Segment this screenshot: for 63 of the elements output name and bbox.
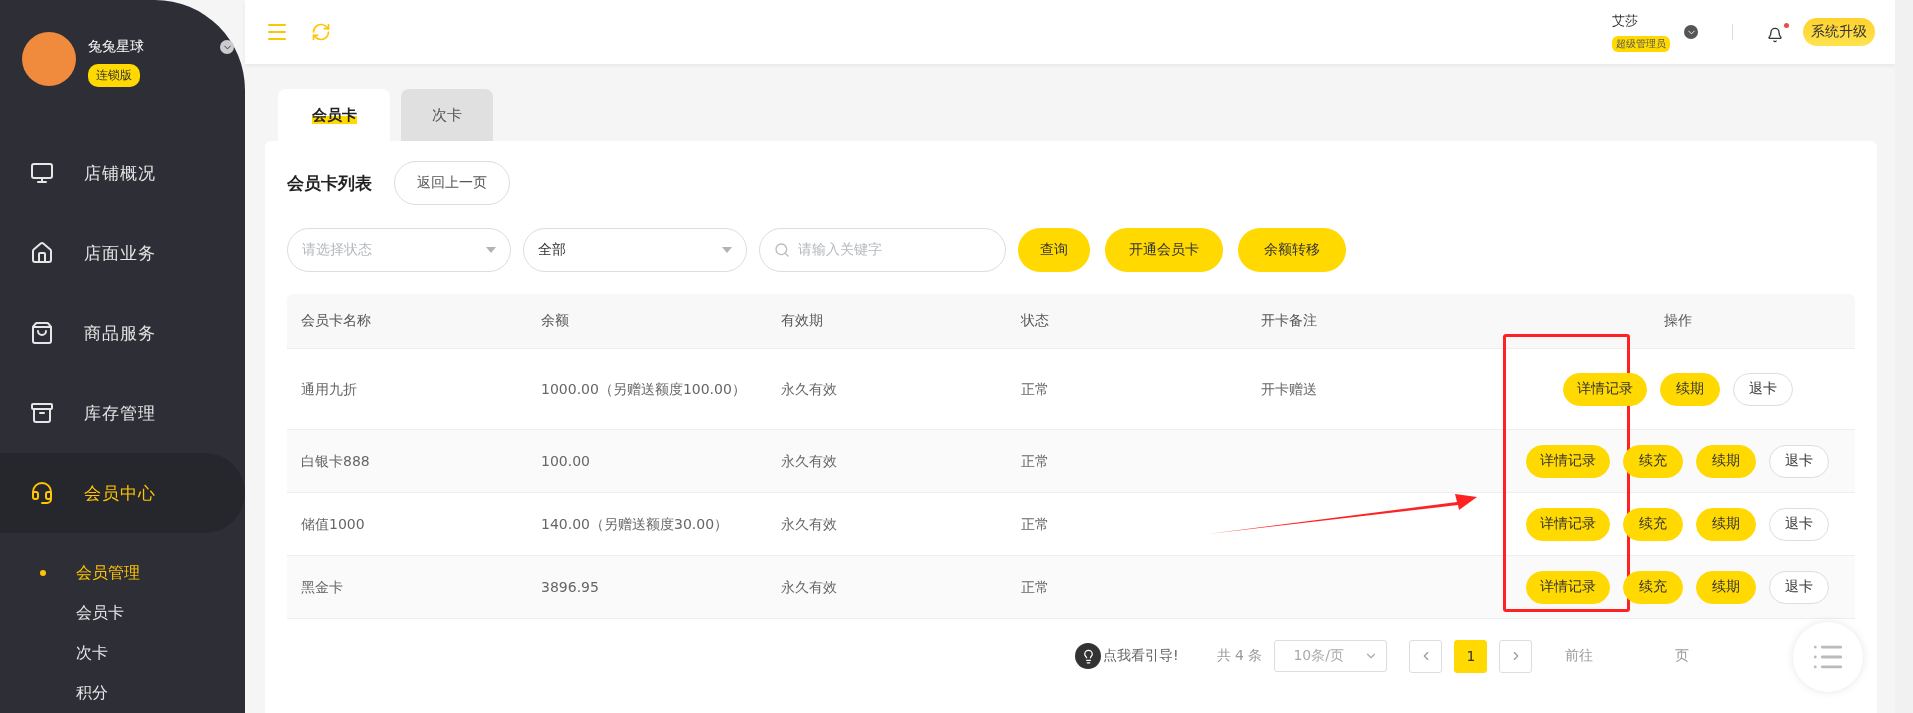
row-action-button[interactable]: 续充 [1623, 444, 1683, 478]
row-action-button[interactable]: 退卡 [1769, 507, 1829, 541]
guide-link[interactable]: 点我看引导! [1103, 647, 1179, 665]
row-action-button[interactable]: 详情记录 [1562, 372, 1647, 406]
panel-title: 会员卡列表 [287, 171, 372, 195]
row-action-button[interactable]: 续充 [1623, 507, 1683, 541]
store-name: 兔兔星球 [88, 38, 145, 56]
sidebar-item[interactable]: 会员中心 [0, 453, 245, 533]
table-cell-text: 正常 [1020, 578, 1050, 597]
table-cell-text: 黑金卡 [300, 578, 344, 597]
column-header: 会员卡名称 [300, 312, 372, 330]
back-button[interactable]: 返回上一页 [394, 161, 510, 205]
submenu-item[interactable]: 次卡 [0, 633, 245, 673]
page-unit-label: 页 [1675, 647, 1690, 665]
table-cell-text: 正常 [1020, 380, 1050, 399]
table-cell-text: 140.00（另赠送额度30.00） [540, 515, 730, 534]
role-badge: 超级管理员 [1612, 36, 1670, 52]
column-header: 操作 [1662, 312, 1693, 330]
table-cell-text: 永久有效 [780, 515, 838, 534]
edition-badge: 连锁版 [88, 64, 140, 87]
row-action-button[interactable]: 续期 [1696, 570, 1756, 604]
row-action-button[interactable]: 续期 [1696, 507, 1756, 541]
upgrade-button[interactable]: 系统升级 [1803, 18, 1875, 46]
table-cell-text: 通用九折 [300, 380, 358, 399]
row-action-button[interactable]: 详情记录 [1526, 444, 1610, 478]
row-action-button[interactable]: 详情记录 [1526, 570, 1610, 604]
sidebar-item[interactable]: 商品服务 [0, 293, 245, 373]
submenu-item[interactable]: 会员管理 [0, 553, 245, 593]
table-cell-text: 永久有效 [780, 380, 838, 399]
table-cell-text: 永久有效 [780, 578, 838, 597]
row-action-button[interactable]: 续期 [1696, 444, 1756, 478]
page-button[interactable]: 1 [1454, 639, 1488, 673]
sidebar-item[interactable]: 店铺概况 [0, 133, 245, 213]
table-cell-text: 开卡赠送 [1260, 380, 1318, 399]
column-header: 有效期 [780, 312, 824, 330]
row-action-button[interactable]: 续充 [1623, 570, 1683, 604]
table-cell-text: 正常 [1020, 452, 1050, 471]
submenu-item[interactable]: 会员卡 [0, 593, 245, 633]
row-action-button[interactable]: 退卡 [1769, 444, 1829, 478]
action-button[interactable]: 开通会员卡 [1105, 228, 1223, 272]
table-cell-text: 1000.00（另赠送额度100.00） [540, 380, 747, 399]
sidebar-item[interactable]: 店面业务 [0, 213, 245, 293]
table-cell-text: 正常 [1020, 515, 1050, 534]
sidebar-item[interactable]: 库存管理 [0, 373, 245, 453]
action-button[interactable]: 余额转移 [1238, 228, 1346, 272]
row-action-button[interactable]: 详情记录 [1526, 507, 1610, 541]
submenu-item[interactable]: 积分 [0, 673, 245, 713]
goto-label: 前往 [1565, 647, 1594, 665]
tab[interactable]: 次卡 [401, 89, 493, 141]
row-action-button[interactable]: 续期 [1659, 372, 1720, 406]
column-header: 余额 [540, 312, 570, 330]
table-cell-text: 永久有效 [780, 452, 838, 471]
table-cell-text: 储值1000 [300, 515, 366, 534]
table-cell-text: 100.00 [540, 452, 591, 471]
total-count: 共 4 条 [1216, 647, 1263, 665]
user-name: 艾莎 [1612, 12, 1639, 30]
column-header: 状态 [1020, 312, 1050, 330]
table-cell-text: 3896.95 [540, 578, 600, 597]
column-header: 开卡备注 [1260, 312, 1318, 330]
row-action-button[interactable]: 退卡 [1732, 372, 1793, 406]
row-action-button[interactable]: 退卡 [1769, 570, 1829, 604]
action-button[interactable]: 查询 [1018, 228, 1090, 272]
table-cell-text: 白银卡888 [300, 452, 371, 471]
